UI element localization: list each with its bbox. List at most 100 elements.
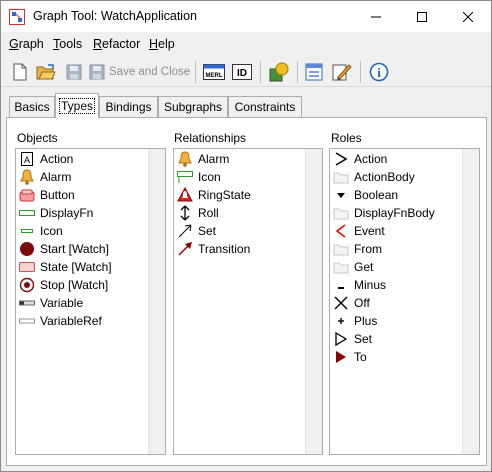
folder-icon — [333, 259, 349, 275]
list-item[interactable]: Minus — [333, 276, 386, 294]
info-icon: i — [369, 62, 389, 82]
toolbar-separator — [260, 61, 261, 83]
icon-shape-icon — [19, 223, 35, 239]
menu-help[interactable]: Help — [149, 37, 175, 51]
folder-icon — [333, 169, 349, 185]
save-disk-icon — [66, 64, 82, 80]
shapes-button[interactable] — [267, 60, 291, 84]
triangle-filled-icon — [333, 349, 349, 365]
toolbar: Save and Close MERL ID i — [1, 57, 491, 87]
close-button[interactable] — [445, 1, 491, 32]
graph-tool-window: Graph Tool: WatchApplication Graph Tools… — [0, 0, 492, 472]
list-item[interactable]: Off — [333, 294, 370, 312]
list-item[interactable]: Variable — [19, 294, 83, 312]
list-item[interactable]: Stop [Watch] — [19, 276, 108, 294]
plus-icon — [333, 313, 349, 329]
open-button[interactable] — [35, 60, 57, 84]
bell-icon — [19, 169, 35, 185]
roles-title: Roles — [331, 131, 362, 145]
state-rect-icon — [19, 259, 35, 275]
tab-basics[interactable]: Basics — [9, 96, 55, 117]
list-item[interactable]: Plus — [333, 312, 377, 330]
new-document-icon — [13, 63, 27, 81]
new-button[interactable] — [9, 60, 31, 84]
icon-relationship-icon — [177, 169, 193, 185]
action-icon: A — [19, 151, 35, 167]
id-icon: ID — [232, 64, 252, 80]
list-item[interactable]: Action — [333, 150, 387, 168]
list-item[interactable]: ActionBody — [333, 168, 415, 186]
menu-graph[interactable]: Graph — [9, 37, 44, 51]
menu-tools[interactable]: Tools — [53, 37, 82, 51]
roles-list[interactable]: Action ActionBody Boolean DisplayFnBody … — [329, 148, 480, 455]
app-icon — [9, 9, 25, 25]
start-dot-icon — [19, 241, 35, 257]
list-item[interactable]: Event — [333, 222, 385, 240]
list-item[interactable]: DisplayFnBody — [333, 204, 435, 222]
edit-pencil-icon — [332, 64, 352, 81]
tab-bindings[interactable]: Bindings — [99, 96, 158, 117]
list-item[interactable]: Transition — [177, 240, 250, 258]
chevron-left-red-icon — [333, 223, 349, 239]
toolbar-separator — [297, 61, 298, 83]
stop-target-icon — [19, 277, 35, 293]
list-item[interactable]: Alarm — [177, 150, 229, 168]
list-item[interactable]: From — [333, 240, 382, 258]
boolean-icon — [333, 187, 349, 203]
maximize-button[interactable] — [399, 1, 445, 32]
save-button[interactable] — [63, 60, 85, 84]
id-button[interactable]: ID — [231, 60, 253, 84]
tab-constraints[interactable]: Constraints — [228, 96, 302, 117]
merl-icon: MERL — [203, 64, 225, 80]
shapes-icon — [269, 62, 289, 82]
svg-text:A: A — [24, 155, 30, 165]
list-item[interactable]: RingState — [177, 186, 251, 204]
merl-button[interactable]: MERL — [202, 60, 226, 84]
info-button[interactable]: i — [367, 60, 391, 84]
minimize-button[interactable] — [353, 1, 399, 32]
relationships-scrollbar[interactable] — [305, 149, 322, 454]
list-item[interactable]: Boolean — [333, 186, 398, 204]
list-item[interactable]: Roll — [177, 204, 219, 222]
list-item[interactable]: Button — [19, 186, 75, 204]
transition-arrow-icon — [177, 241, 193, 257]
list-item[interactable]: Alarm — [19, 168, 71, 186]
objects-list[interactable]: A Action Alarm Button DisplayFn Icon Sta… — [15, 148, 166, 455]
svg-text:i: i — [377, 65, 381, 80]
window-title: Graph Tool: WatchApplication — [33, 9, 197, 23]
tab-subgraphs[interactable]: Subgraphs — [158, 96, 228, 117]
toolbar-separator — [360, 61, 361, 83]
triangle-outline-icon — [333, 331, 349, 347]
tab-types[interactable]: Types — [55, 93, 99, 118]
list-item[interactable]: Set — [177, 222, 216, 240]
save-and-close-button[interactable]: Save and Close — [89, 60, 191, 84]
folder-icon — [333, 205, 349, 221]
list-item[interactable]: VariableRef — [19, 312, 102, 330]
list-item[interactable]: Icon — [177, 168, 221, 186]
list-item[interactable]: State [Watch] — [19, 258, 112, 276]
list-item[interactable]: Get — [333, 258, 373, 276]
list-item[interactable]: A Action — [19, 150, 73, 168]
list-item[interactable]: To — [333, 348, 367, 366]
menu-refactor[interactable]: Refactor — [93, 37, 140, 51]
form-icon — [305, 63, 323, 81]
properties-button[interactable] — [303, 60, 325, 84]
menu-bar: Graph Tools Refactor Help — [1, 34, 491, 54]
roles-scrollbar[interactable] — [462, 149, 479, 454]
bell-icon — [177, 151, 193, 167]
save-close-disk-icon — [89, 64, 105, 80]
edit-button[interactable] — [331, 60, 353, 84]
title-bar: Graph Tool: WatchApplication — [1, 1, 491, 32]
list-item[interactable]: DisplayFn — [19, 204, 93, 222]
ringstate-icon — [177, 187, 193, 203]
set-arrow-icon — [177, 223, 193, 239]
list-item[interactable]: Start [Watch] — [19, 240, 109, 258]
objects-scrollbar[interactable] — [148, 149, 165, 454]
list-item[interactable]: Set — [333, 330, 372, 348]
svg-text:MERL: MERL — [206, 73, 223, 79]
chevron-right-icon — [333, 151, 349, 167]
toolbar-separator — [195, 61, 196, 83]
displayfn-icon — [19, 205, 35, 221]
relationships-list[interactable]: Alarm Icon RingState Roll Set Transition — [173, 148, 323, 455]
list-item[interactable]: Icon — [19, 222, 63, 240]
